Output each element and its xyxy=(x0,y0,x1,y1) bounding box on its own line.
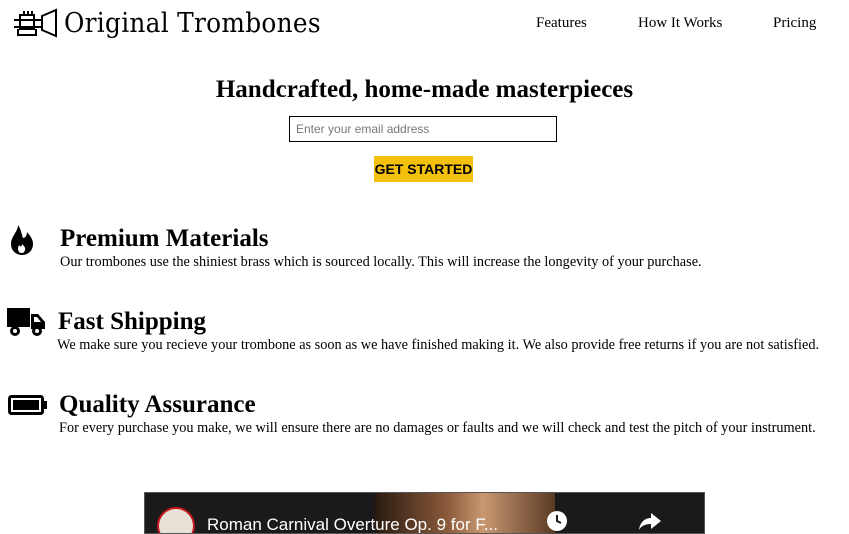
watch-later-icon[interactable] xyxy=(545,509,569,533)
video-player[interactable]: Roman Carnival Overture Op. 9 for F... xyxy=(144,492,705,534)
share-icon[interactable] xyxy=(637,509,663,533)
email-input[interactable] xyxy=(289,116,557,142)
truck-icon xyxy=(7,308,45,336)
hero-title: Handcrafted, home-made masterpieces xyxy=(215,76,634,103)
feature-desc-premium-materials: Our trombones use the shiniest brass whi… xyxy=(60,254,702,270)
feature-desc-quality-assurance: For every purchase you make, we will ens… xyxy=(59,420,816,436)
feature-title-premium-materials: Premium Materials xyxy=(60,225,269,252)
nav-pricing[interactable]: Pricing xyxy=(773,15,816,32)
main-nav: Features How It Works Pricing xyxy=(0,15,849,35)
battery-icon xyxy=(8,395,47,415)
feature-title-quality-assurance: Quality Assurance xyxy=(59,391,256,418)
feature-desc-fast-shipping: We make sure you recieve your trombone a… xyxy=(57,337,820,353)
channel-avatar[interactable] xyxy=(157,507,195,533)
nav-how-it-works[interactable]: How It Works xyxy=(638,15,722,32)
get-started-button[interactable]: GET STARTED xyxy=(374,156,473,182)
feature-title-fast-shipping: Fast Shipping xyxy=(58,308,206,335)
video-title[interactable]: Roman Carnival Overture Op. 9 for F... xyxy=(207,515,498,533)
flame-icon xyxy=(11,225,33,255)
nav-features[interactable]: Features xyxy=(536,15,587,32)
